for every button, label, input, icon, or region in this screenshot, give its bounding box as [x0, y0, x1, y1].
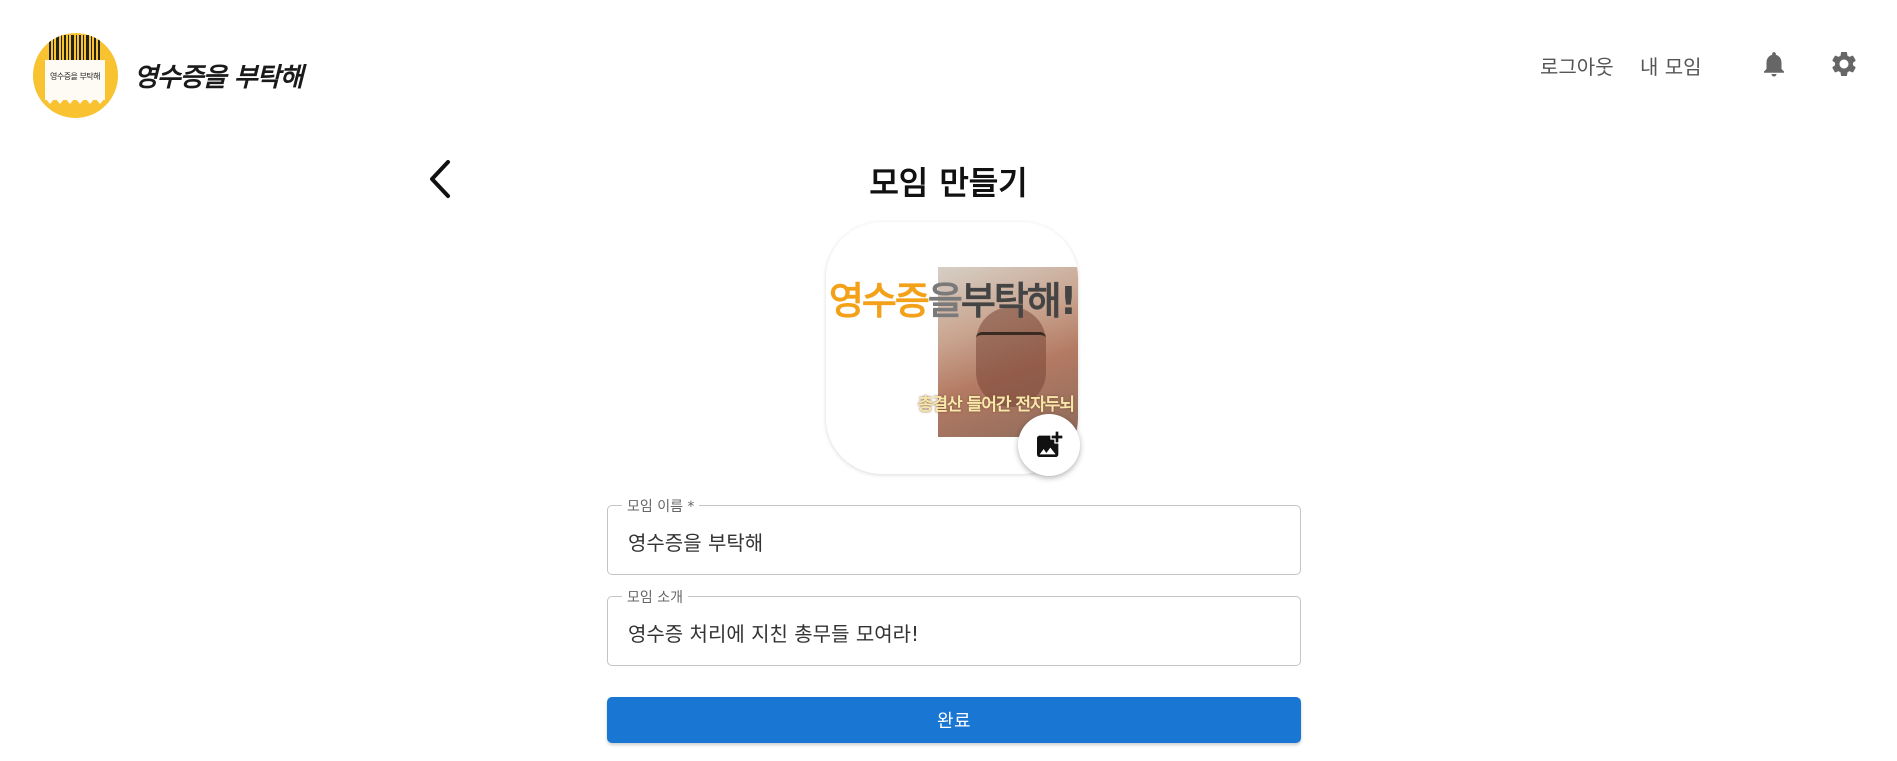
barcode-icon	[49, 35, 100, 61]
app-logo[interactable]: 영수증을 부탁해 영수증을 부탁해	[33, 33, 303, 118]
group-image-glasses	[976, 332, 1046, 349]
group-description-field: 모임 소개	[607, 587, 1301, 667]
add-photo-button[interactable]	[1018, 414, 1080, 476]
group-name-input[interactable]	[626, 506, 1280, 576]
group-image-caption: 총결산 들어간 전자두뇌	[917, 395, 1075, 415]
receipt-edge-icon	[45, 98, 105, 104]
group-image-title-part2: 을	[927, 279, 963, 323]
app-header: 영수증을 부탁해 영수증을 부탁해 로그아웃 내 모임	[0, 0, 1897, 130]
logo-badge: 영수증을 부탁해	[33, 33, 118, 118]
logo-receipt-text: 영수증을 부탁해	[49, 72, 101, 81]
my-group-link[interactable]: 내 모임	[1640, 51, 1702, 80]
group-name-field: 모임 이름 *	[607, 496, 1301, 576]
group-image-title-part3: 부탁해!	[960, 279, 1077, 323]
page-title: 모임 만들기	[869, 164, 1028, 202]
logo-wordmark: 영수증을 부탁해	[134, 63, 303, 93]
logo-receipt: 영수증을 부탁해	[45, 60, 105, 104]
submit-button[interactable]: 완료	[607, 697, 1301, 743]
add-photo-icon	[1037, 431, 1063, 457]
group-image-title: 영수증을부탁해!	[826, 270, 1078, 325]
group-image-title-part1: 영수증	[828, 279, 930, 323]
logout-link[interactable]: 로그아웃	[1540, 51, 1614, 80]
bell-icon[interactable]	[1759, 49, 1789, 79]
group-description-input[interactable]	[626, 597, 1280, 667]
gear-icon[interactable]	[1829, 49, 1859, 79]
